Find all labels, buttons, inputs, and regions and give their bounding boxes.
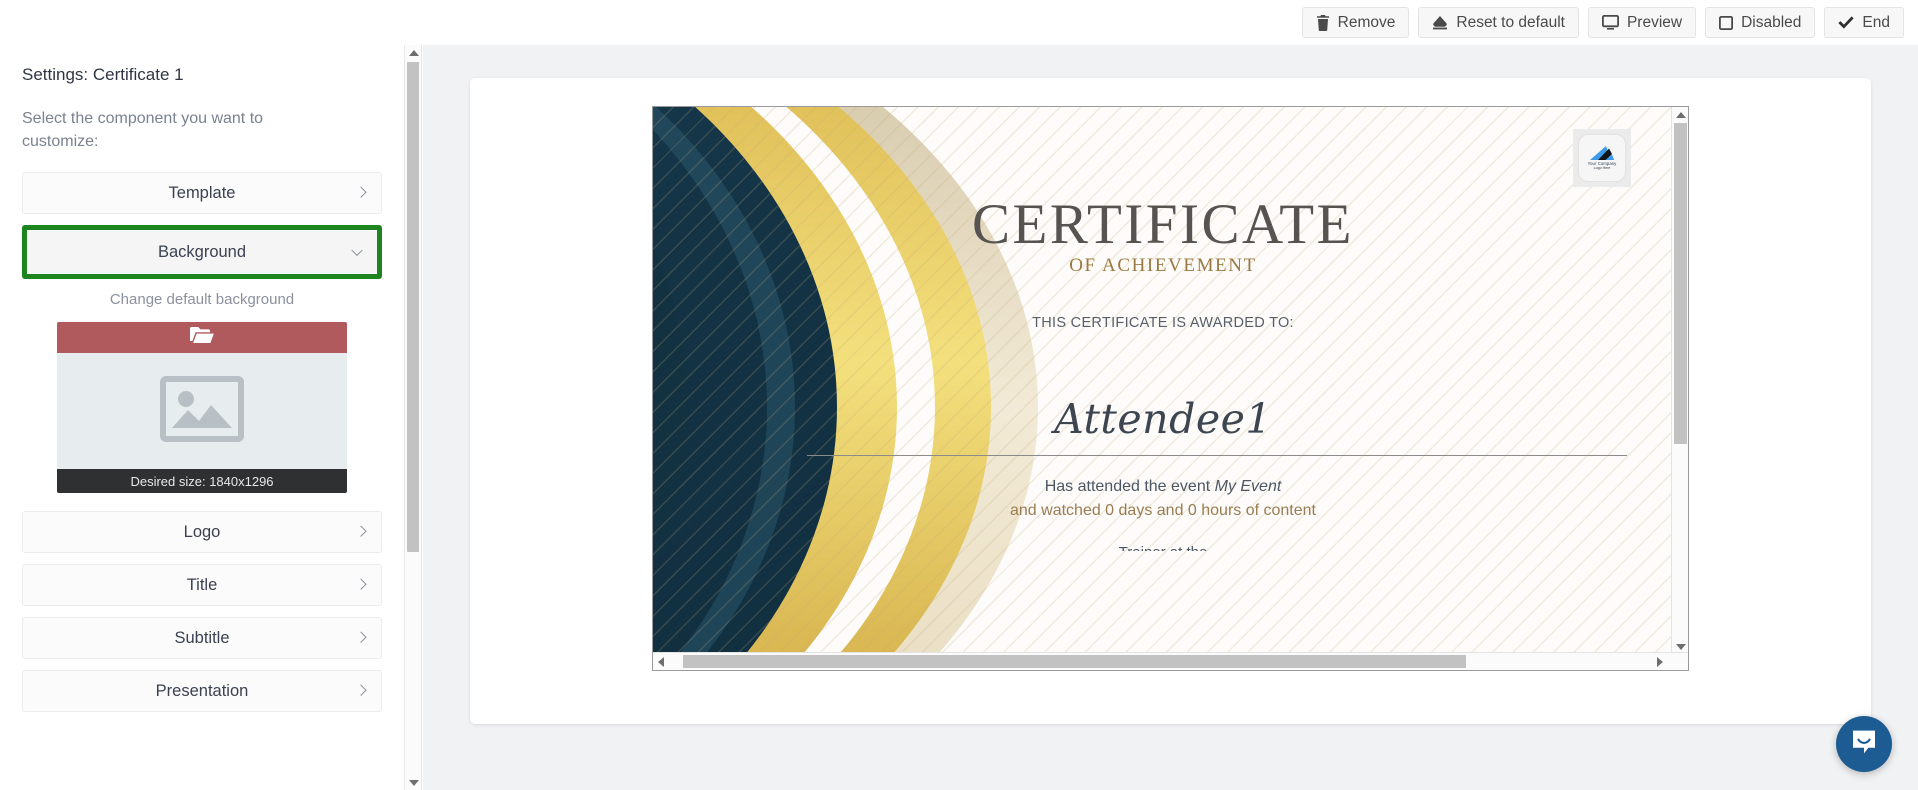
certificate-preview-frame[interactable]: Your Company Logo Here CERTIFICATE OF AC… — [652, 106, 1689, 671]
logo-text-line2: Logo Here — [1593, 166, 1611, 171]
preview-scroll-left-arrow[interactable] — [653, 653, 669, 670]
event-line-prefix: Has attended the event — [1044, 478, 1215, 495]
certificate-clipped-line: Trainer at the — [653, 544, 1673, 551]
chevron-right-icon — [355, 631, 367, 644]
sidebar-item-label: Logo — [183, 522, 221, 541]
certificate-title: CERTIFICATE — [972, 193, 1354, 256]
sidebar-scrollbar[interactable] — [405, 45, 422, 790]
certificate-canvas: Your Company Logo Here CERTIFICATE OF AC… — [653, 107, 1673, 654]
sidebar-item-label: Presentation — [155, 681, 249, 700]
certificate-content: Your Company Logo Here CERTIFICATE OF AC… — [653, 107, 1673, 654]
sidebar-scroll-thumb[interactable] — [407, 62, 419, 552]
company-logo-icon — [1590, 146, 1615, 161]
scroll-down-arrow[interactable] — [405, 775, 422, 790]
sidebar-item-label: Subtitle — [174, 628, 230, 647]
chat-bubble-icon — [1850, 728, 1878, 761]
image-placeholder-area[interactable] — [57, 353, 347, 470]
sidebar-item-subtitle[interactable]: Subtitle — [22, 617, 382, 660]
certificate-subtitle: OF ACHIEVEMENT — [1069, 255, 1257, 276]
preview-vertical-scrollbar[interactable] — [1671, 107, 1688, 654]
preview-horizontal-thumb[interactable] — [683, 655, 1466, 668]
reset-to-default-label: Reset to default — [1456, 13, 1565, 31]
sidebar-item-label: Template — [168, 183, 236, 202]
preview-scroll-right-arrow[interactable] — [1652, 653, 1668, 670]
certificate-logo[interactable]: Your Company Logo Here — [1573, 129, 1631, 187]
sidebar-item-logo[interactable]: Logo — [22, 511, 382, 554]
chevron-right-icon — [355, 684, 367, 697]
chevron-right-icon — [355, 578, 367, 591]
main-content: Your Company Logo Here CERTIFICATE OF AC… — [423, 45, 1918, 790]
disabled-label: Disabled — [1741, 13, 1802, 31]
chevron-right-icon — [355, 186, 367, 199]
preview-horizontal-scrollbar[interactable] — [653, 652, 1688, 670]
background-highlight-box: Background — [22, 225, 382, 280]
remove-button[interactable]: Remove — [1301, 7, 1410, 38]
sidebar-item-presentation[interactable]: Presentation — [22, 670, 382, 713]
sidebar-item-label: Title — [186, 575, 218, 594]
scroll-up-arrow[interactable] — [405, 45, 422, 60]
certificate-attendee-name: Attendee1 — [1054, 395, 1272, 443]
top-toolbar: Remove Reset to default Preview Disabled… — [0, 0, 1918, 45]
trash-icon — [1316, 14, 1330, 31]
preview-scroll-up-arrow[interactable] — [1672, 107, 1688, 122]
certificate-watched-line: and watched 0 days and 0 hours of conten… — [1010, 502, 1316, 519]
preview-card: Your Company Logo Here CERTIFICATE OF AC… — [470, 78, 1871, 724]
image-placeholder-icon — [160, 375, 244, 447]
eraser-icon — [1432, 15, 1448, 30]
sidebar-item-background[interactable]: Background — [27, 230, 377, 275]
background-upload-widget[interactable]: Desired size: 1840x1296 — [57, 322, 347, 494]
sidebar-item-label: Background — [157, 242, 247, 261]
certificate-name-rule — [807, 455, 1627, 456]
open-folder-icon — [190, 326, 214, 349]
monitor-icon — [1601, 15, 1619, 30]
sidebar-item-title[interactable]: Title — [22, 564, 382, 607]
reset-to-default-button[interactable]: Reset to default — [1418, 7, 1579, 38]
upload-button[interactable] — [57, 322, 347, 354]
certificate-awarded-to: THIS CERTIFICATE IS AWARDED TO: — [1032, 315, 1294, 331]
end-button[interactable]: End — [1824, 7, 1904, 38]
square-icon — [1719, 15, 1734, 30]
disabled-button[interactable]: Disabled — [1705, 7, 1816, 38]
certificate-event-line: Has attended the event My Event — [653, 478, 1673, 496]
page-title: Settings: Certificate 1 — [22, 65, 184, 84]
check-icon — [1838, 16, 1855, 29]
preview-button[interactable]: Preview — [1587, 7, 1697, 38]
background-hint: Change default background — [109, 291, 295, 309]
preview-label: Preview — [1626, 13, 1683, 31]
end-label: End — [1862, 13, 1890, 31]
chat-launcher-button[interactable] — [1836, 716, 1892, 772]
remove-label: Remove — [1337, 13, 1396, 31]
event-name: My Event — [1214, 478, 1282, 495]
sidebar-description: Select the component you want to customi… — [22, 110, 264, 151]
desired-size-label: Desired size: 1840x1296 — [57, 469, 347, 494]
preview-vertical-thumb[interactable] — [1674, 123, 1687, 444]
settings-sidebar: Settings: Certificate 1 Select the compo… — [0, 45, 405, 790]
sidebar-item-template[interactable]: Template — [22, 172, 382, 215]
chevron-down-icon — [351, 245, 363, 257]
chevron-right-icon — [355, 525, 367, 538]
